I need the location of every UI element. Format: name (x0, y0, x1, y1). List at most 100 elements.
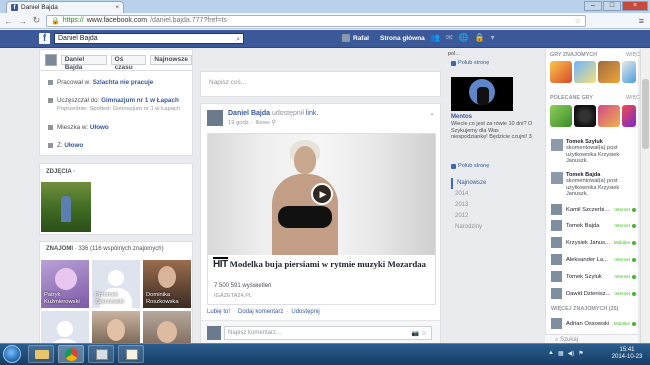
ticker-item[interactable]: Tomek Bajda skomentował(a) post użytkowni… (551, 172, 636, 197)
photos-box: ZDJĘCIA · (39, 163, 193, 235)
lives-place-link[interactable]: Ułowo (90, 124, 109, 131)
tray-arrow-icon[interactable]: ▲ (548, 350, 554, 357)
timeline-dropdown[interactable]: Oś czasu (110, 55, 147, 71)
online-status: Mobilne (614, 321, 636, 326)
avatar (342, 34, 350, 42)
play-icon[interactable]: ▶ (311, 183, 333, 205)
post-time[interactable]: 19 godz. (228, 120, 250, 126)
chat-contact[interactable]: Tomek Szyluk Internet (551, 270, 636, 283)
from-place-link[interactable]: Ułowo (64, 142, 83, 149)
year-link-latest[interactable]: Najnowsze (451, 178, 537, 189)
ad-title[interactable]: Mentos (451, 114, 472, 120)
contact-name: Aleksander La... (566, 256, 608, 263)
game-icon[interactable] (550, 105, 572, 127)
avatar[interactable] (207, 110, 223, 126)
friend-tile[interactable]: Patryk Kuźmierowski (41, 260, 89, 308)
explorer-taskbar-icon[interactable] (28, 345, 54, 363)
chat-contact[interactable]: Dawid Dzienisz... Internet (551, 287, 636, 300)
pool-game-icon[interactable] (574, 105, 596, 127)
flag-icon[interactable]: ⚑ (578, 350, 583, 357)
more-contacts-header[interactable]: WIĘCEJ ZNAJOMYCH (25) (551, 306, 618, 312)
browser-tab[interactable]: f Daniel Bajda × (6, 1, 124, 13)
browser-menu-icon[interactable]: ≡ (639, 16, 644, 26)
camera-emoji-icons[interactable]: 📷 ☺ (412, 330, 427, 337)
bookmark-star-icon[interactable]: ☆ (575, 17, 581, 25)
timeline-name-button[interactable]: Daniel Bajda (60, 55, 107, 71)
ticker-text: skomentował(a) post użytkownika Krzysiek… (566, 178, 620, 197)
url-input[interactable]: 🔒 https://www.facebook.com/daniel.bajda.… (46, 14, 586, 27)
status-composer[interactable]: Napisz coś... (200, 71, 441, 97)
ad-image[interactable] (451, 77, 513, 111)
search-icon[interactable]: ⌕ (236, 35, 240, 44)
game-icon[interactable] (598, 61, 620, 83)
chat-contact[interactable]: Adrian Ossowski Mobilne (551, 317, 636, 330)
photo-thumbnail[interactable] (41, 182, 91, 232)
home-link[interactable]: Strona główna (380, 35, 425, 42)
clock[interactable]: 15:41 2014-10-23 (606, 347, 648, 361)
network-icon[interactable]: ▦ (558, 350, 564, 357)
year-link-2012[interactable]: 2012 (451, 211, 537, 222)
chat-contact[interactable]: Kamil Szczerbi... Internet (551, 203, 636, 216)
minimize-button[interactable]: – (584, 1, 602, 11)
app-taskbar-icon[interactable] (118, 345, 144, 363)
online-status: Internet (614, 223, 636, 228)
reload-icon[interactable]: ↻ (32, 15, 41, 26)
year-link-2014[interactable]: 2014 (451, 189, 537, 200)
forward-arrow-icon[interactable]: → (18, 16, 27, 26)
avatar (551, 318, 562, 329)
comment-button[interactable]: Dodaj komentarz (238, 309, 283, 315)
start-button[interactable] (3, 345, 21, 363)
volume-icon[interactable]: ◀) (568, 350, 575, 357)
chat-contact[interactable]: Aleksander La... Internet (551, 253, 636, 266)
chat-contact[interactable]: Tomek Bajda Internet (551, 219, 636, 232)
like-button[interactable]: Lubię to! (207, 309, 230, 315)
app-taskbar-icon[interactable] (88, 345, 114, 363)
friend-tile[interactable]: Przemek Zakrzewski (92, 260, 140, 308)
school-place-link[interactable]: Gimnazjum nr 1 w Łapach (101, 97, 179, 104)
work-place-link[interactable]: Szlachta nie pracuje (93, 79, 154, 86)
facebook-search-input[interactable]: Daniel Bajda ⌕ (54, 33, 244, 44)
back-arrow-icon[interactable]: ← (4, 16, 13, 26)
game-icon[interactable] (598, 105, 620, 127)
game-icon[interactable] (622, 105, 636, 127)
like-page-button[interactable]: Polub stronę (451, 163, 489, 169)
scrollbar-thumb[interactable] (642, 79, 649, 149)
share-button[interactable]: Udostępnij (291, 309, 319, 315)
friend-tile[interactable]: Dominika Roszkowska (143, 260, 191, 308)
settings-dropdown-icon[interactable]: ▾ (491, 33, 495, 42)
post-object-link[interactable]: link. (306, 110, 318, 117)
comment-input[interactable]: Napisz komentarz... 📷 ☺ (224, 326, 432, 340)
messages-icon[interactable]: ✉ (446, 33, 453, 42)
chat-contact[interactable]: Krzysiek Janus... Mobilne (551, 236, 636, 249)
chrome-taskbar-icon[interactable] (58, 345, 84, 363)
friend-requests-icon[interactable]: 👥 (430, 33, 440, 42)
game-icon[interactable] (622, 61, 636, 83)
tab-close-icon[interactable]: × (115, 4, 119, 11)
close-window-button[interactable]: × (622, 1, 648, 11)
link-preview-image[interactable]: ▶ (208, 134, 435, 255)
privacy-icon[interactable]: 🔒 (475, 33, 485, 42)
page-scrollbar[interactable] (640, 49, 650, 349)
year-link-born[interactable]: Narodziny (451, 222, 537, 233)
ticker-item[interactable]: Tomek Szyluk skomentował(a) post użytkown… (551, 139, 636, 164)
game-icon[interactable] (574, 61, 596, 83)
post-author-link[interactable]: Daniel Bajda (228, 110, 270, 117)
like-page-button[interactable]: Polub stronę (451, 60, 489, 66)
notifications-icon[interactable]: 🌐 (459, 33, 469, 42)
profile-link[interactable]: Rafał (342, 34, 369, 42)
friends-header[interactable]: ZNAJOMI · 336 (116 wspólnych znajomych) (46, 246, 164, 252)
game-icon[interactable] (550, 61, 572, 83)
timeline-years-nav: Najnowsze 2014 2013 2012 Narodziny (451, 178, 537, 233)
year-link-2013[interactable]: 2013 (451, 200, 537, 211)
maximize-button[interactable]: □ (603, 1, 621, 11)
link-preview[interactable]: ▶ HIT Modelka buja piersiami w rytmie muz… (207, 133, 436, 305)
photos-header[interactable]: ZDJĘCIA · (46, 169, 75, 175)
post-menu-chevron-icon[interactable]: ⌄ (429, 109, 435, 117)
audience-icon[interactable]: ⚲ (272, 120, 276, 126)
sort-dropdown[interactable]: Najnowsze (150, 55, 192, 65)
facebook-favicon-icon: f (11, 4, 18, 11)
system-tray: ▲ ▦ ◀) ⚑ (548, 350, 584, 357)
chat-sidebar: Tomek Szyluk skomentował(a) post użytkown… (545, 139, 638, 349)
link-title[interactable]: HIT Modelka buja piersiami w rytmie muzyk… (213, 257, 428, 270)
facebook-logo-icon[interactable]: f (39, 33, 50, 44)
